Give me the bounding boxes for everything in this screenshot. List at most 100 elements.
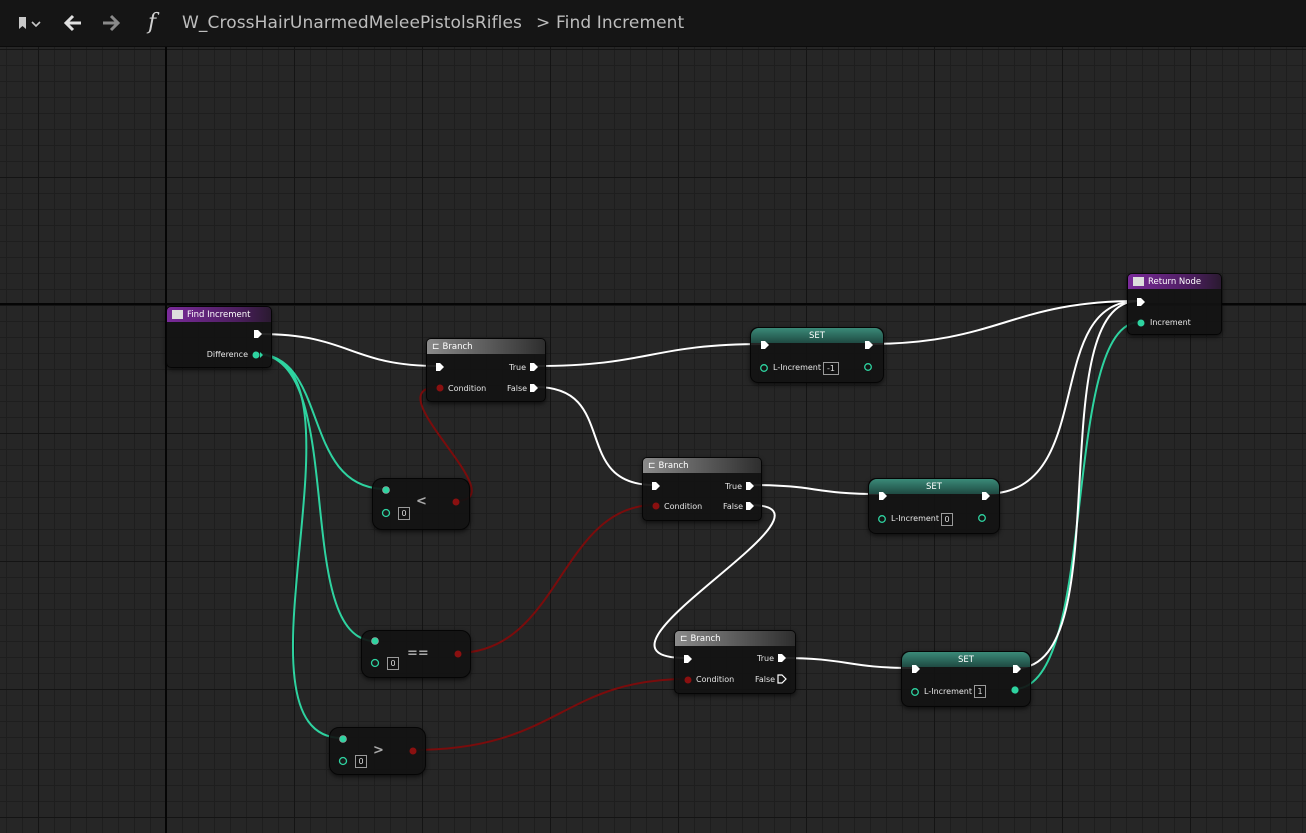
l-increment-value[interactable]: 0 <box>941 513 953 526</box>
condition-pin[interactable] <box>651 501 661 511</box>
function-entry-header: Find Increment <box>167 307 271 322</box>
greater-than-node[interactable]: 0 > <box>329 727 426 775</box>
branch-2-title: Branch <box>658 460 689 471</box>
return-node-title: Return Node <box>1148 276 1202 287</box>
equal-operator: == <box>407 646 429 661</box>
false-pin-label: False <box>507 384 528 393</box>
false-pin-label: False <box>723 502 744 511</box>
bookmark-icon <box>19 17 41 29</box>
l-increment-label: L-Increment <box>773 363 821 372</box>
set-2-header: SET <box>869 479 999 494</box>
set-3-title: SET <box>958 654 974 665</box>
l-increment-label: L-Increment <box>924 687 972 696</box>
breadcrumb-root[interactable]: W_CrossHairUnarmedMeleePistolsRifles <box>182 13 522 33</box>
exec-out-pin[interactable] <box>253 329 263 339</box>
graph-origin-horizontal <box>0 303 1306 305</box>
condition-pin-label: Condition <box>664 502 703 511</box>
true-exec-pin[interactable] <box>777 653 787 663</box>
bool-output-pin[interactable] <box>451 497 461 507</box>
breadcrumb-separator: > <box>536 13 551 33</box>
input-b-value[interactable]: 0 <box>387 657 399 670</box>
graph-canvas[interactable] <box>0 47 1306 833</box>
function-icon <box>172 310 183 319</box>
l-increment-input-pin[interactable] <box>877 514 889 524</box>
condition-pin-label: Condition <box>448 384 487 393</box>
l-increment-output-pin[interactable] <box>977 513 989 523</box>
input-a-pin[interactable] <box>338 734 348 744</box>
condition-pin-label: Condition <box>696 675 735 684</box>
exec-in-pin[interactable] <box>435 362 445 372</box>
l-increment-input-pin[interactable] <box>910 687 922 697</box>
back-button[interactable] <box>60 11 86 35</box>
difference-pin-label: Difference <box>206 350 248 359</box>
branch-node-2[interactable]: ⊏ Branch True Condition False <box>642 457 762 521</box>
exec-out-pin[interactable] <box>864 340 874 350</box>
input-b-pin[interactable] <box>370 658 380 668</box>
set-node-3[interactable]: SET L-Increment 1 <box>901 651 1031 707</box>
graph-toolbar: f W_CrossHairUnarmedMeleePistolsRifles >… <box>0 0 1306 47</box>
true-exec-pin[interactable] <box>745 481 755 491</box>
exec-in-pin[interactable] <box>1136 297 1146 307</box>
input-b-pin[interactable] <box>381 508 391 518</box>
arrow-right-icon <box>103 14 121 32</box>
l-increment-output-pin[interactable] <box>863 362 875 372</box>
function-icon: f <box>148 10 157 35</box>
true-pin-label: True <box>725 482 742 491</box>
false-exec-pin[interactable] <box>745 501 755 511</box>
set-node-2[interactable]: SET L-Increment 0 <box>868 478 1000 534</box>
branch-icon: ⊏ <box>680 633 688 644</box>
less-than-operator: < <box>416 494 427 509</box>
arrow-left-icon <box>63 14 81 32</box>
true-pin-label: True <box>757 654 774 663</box>
set-2-title: SET <box>926 481 942 492</box>
false-exec-pin[interactable] <box>529 383 539 393</box>
less-than-node[interactable]: 0 < <box>372 478 470 530</box>
true-pin-label: True <box>509 363 526 372</box>
difference-pin[interactable] <box>252 350 264 360</box>
bookmark-dropdown[interactable] <box>12 12 44 34</box>
exec-in-pin[interactable] <box>683 654 693 664</box>
exec-out-pin[interactable] <box>981 491 991 501</box>
set-node-1[interactable]: SET L-Increment -1 <box>750 327 884 383</box>
exec-out-pin[interactable] <box>1012 664 1022 674</box>
input-b-value[interactable]: 0 <box>355 755 367 768</box>
l-increment-input-pin[interactable] <box>759 363 771 373</box>
equal-node[interactable]: 0 == <box>361 630 471 678</box>
breadcrumb-current[interactable]: Find Increment <box>556 13 684 33</box>
false-exec-pin-unconnected[interactable] <box>777 674 787 684</box>
branch-icon: ⊏ <box>432 341 440 352</box>
condition-pin[interactable] <box>683 675 693 685</box>
branch-3-header: ⊏ Branch <box>675 631 795 646</box>
increment-input-pin[interactable] <box>1136 318 1148 328</box>
increment-pin-label: Increment <box>1150 318 1191 327</box>
condition-pin[interactable] <box>435 383 445 393</box>
l-increment-label: L-Increment <box>891 514 939 523</box>
l-increment-output-pin[interactable] <box>1010 685 1022 695</box>
input-b-pin[interactable] <box>338 756 348 766</box>
exec-in-pin[interactable] <box>911 664 921 674</box>
function-entry-node[interactable]: Find Increment Difference <box>166 306 272 368</box>
input-a-pin[interactable] <box>370 636 380 646</box>
branch-2-header: ⊏ Branch <box>643 458 761 473</box>
bool-output-pin[interactable] <box>408 746 418 756</box>
set-3-header: SET <box>902 652 1030 667</box>
branch-3-title: Branch <box>690 633 721 644</box>
set-1-title: SET <box>809 330 825 341</box>
exec-in-pin[interactable] <box>651 481 661 491</box>
exec-in-pin[interactable] <box>760 340 770 350</box>
l-increment-value[interactable]: 1 <box>974 685 986 698</box>
branch-node-3[interactable]: ⊏ Branch True Condition False <box>674 630 796 694</box>
true-exec-pin[interactable] <box>529 362 539 372</box>
forward-button[interactable] <box>98 11 124 35</box>
false-pin-label: False <box>755 675 776 684</box>
return-node[interactable]: Return Node Increment <box>1127 273 1222 335</box>
branch-node-1[interactable]: ⊏ Branch True Condition False <box>426 338 546 402</box>
input-b-value[interactable]: 0 <box>398 507 410 520</box>
bool-output-pin[interactable] <box>453 649 463 659</box>
branch-1-header: ⊏ Branch <box>427 339 545 354</box>
l-increment-value[interactable]: -1 <box>823 362 839 375</box>
graph-origin-vertical <box>165 47 167 833</box>
input-a-pin[interactable] <box>381 485 391 495</box>
function-icon <box>1133 277 1144 286</box>
exec-in-pin[interactable] <box>878 491 888 501</box>
